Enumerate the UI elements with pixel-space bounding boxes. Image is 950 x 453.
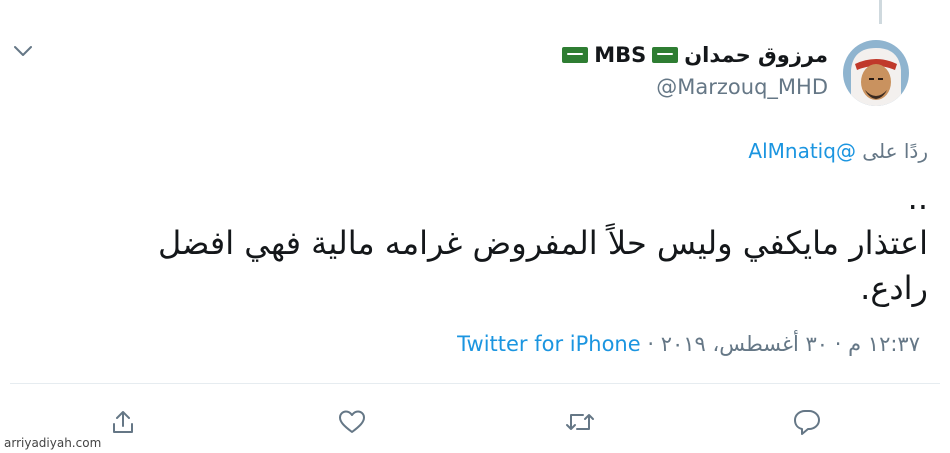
author-name-row[interactable]: مرزوق حمدان MBS bbox=[562, 42, 828, 68]
reply-handle-link[interactable]: @AlMnatiq bbox=[748, 139, 856, 163]
tweet-text-line: رادع. bbox=[860, 269, 928, 307]
avatar[interactable] bbox=[843, 40, 909, 106]
reply-prefix: ردًا على bbox=[862, 139, 928, 163]
saudi-flag-icon bbox=[562, 47, 589, 63]
reply-context: ردًا على @AlMnatiq bbox=[748, 138, 928, 164]
saudi-flag-icon bbox=[652, 47, 679, 63]
share-icon bbox=[113, 411, 133, 433]
thread-connector-line bbox=[879, 0, 882, 24]
author-name[interactable]: مرزوق حمدان bbox=[684, 42, 828, 68]
like-button[interactable] bbox=[332, 404, 372, 440]
reply-icon bbox=[794, 410, 820, 435]
author-badge-text: MBS bbox=[594, 43, 647, 67]
tweet-text-line: .. bbox=[907, 179, 928, 217]
share-button[interactable] bbox=[103, 404, 143, 440]
author-handle[interactable]: @Marzouq_MHD bbox=[562, 74, 828, 100]
watermark: arriyadiyah.com bbox=[4, 436, 102, 450]
retweet-button[interactable] bbox=[560, 404, 600, 440]
tweet-header: مرزوق حمدان MBS @Marzouq_MHD bbox=[562, 42, 828, 100]
tweet-text-line: اعتذار مايكفي وليس حلاً المفروض غرامه ما… bbox=[157, 224, 928, 262]
chevron-down-icon[interactable] bbox=[10, 38, 36, 64]
heart-icon bbox=[339, 410, 365, 433]
tweet-text: .. اعتذار مايكفي وليس حلاً المفروض غرامه… bbox=[48, 176, 928, 311]
divider bbox=[10, 383, 940, 384]
timestamp[interactable]: ١٢:٣٧ م · ٣٠ أغسطس، ٢٠١٩ · bbox=[647, 332, 920, 356]
tweet-meta: ١٢:٣٧ م · ٣٠ أغسطس، ٢٠١٩ · Twitter for i… bbox=[457, 330, 920, 358]
reply-button[interactable] bbox=[787, 404, 827, 440]
retweet-icon bbox=[566, 414, 594, 430]
source-link[interactable]: Twitter for iPhone bbox=[457, 332, 641, 356]
